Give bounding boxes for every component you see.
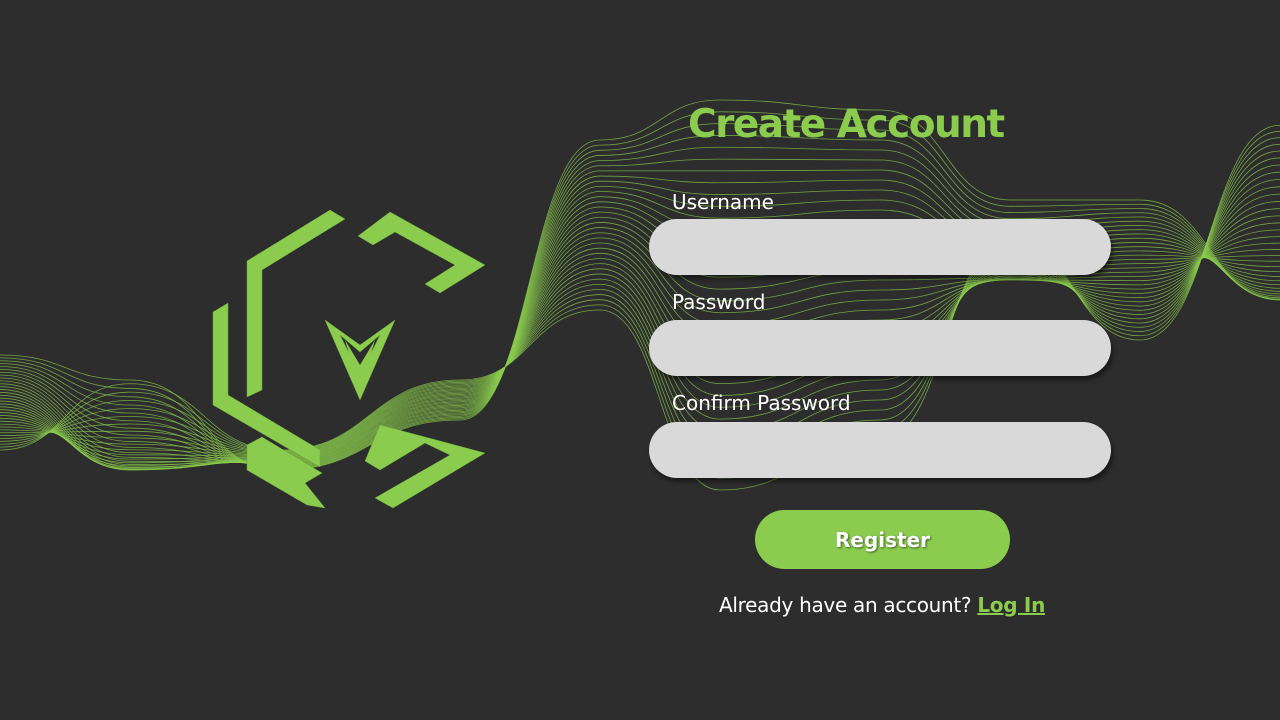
logo-shape [357, 211, 486, 294]
login-prompt-text: Already have an account? [719, 593, 972, 617]
wave-line [0, 99, 1280, 471]
password-label: Password [672, 290, 766, 314]
login-link[interactable]: Log In [977, 593, 1045, 617]
password-input[interactable] [649, 320, 1111, 376]
confirm-password-input[interactable] [649, 422, 1111, 478]
page-title: Create Account [688, 102, 1005, 147]
login-prompt: Already have an account? Log In [719, 593, 1045, 617]
wave-line [0, 111, 1280, 470]
logo-shape [246, 209, 346, 398]
username-input[interactable] [649, 219, 1111, 275]
brand-logo-icon [212, 209, 486, 509]
confirm-password-label: Confirm Password [672, 391, 851, 415]
signup-page: Create Account Username Password Confirm… [0, 0, 1280, 720]
logo-shape [364, 424, 486, 509]
register-button[interactable]: Register [755, 510, 1010, 569]
username-label: Username [672, 190, 774, 214]
